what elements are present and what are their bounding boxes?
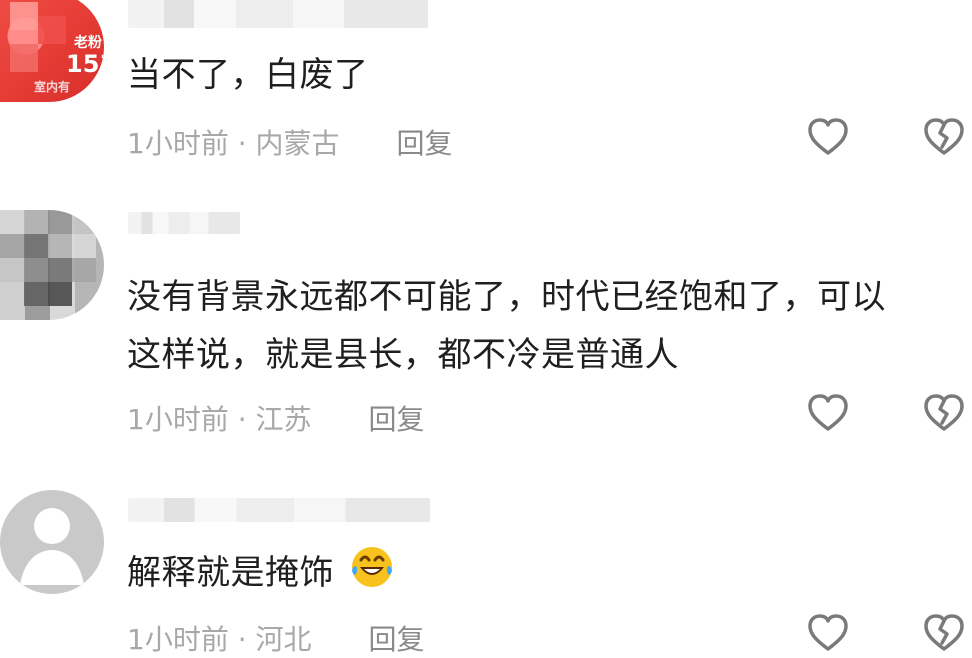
broken-heart-icon[interactable] bbox=[922, 392, 966, 436]
comment-item: 老粉 153 室内有 当不了，白废了 1小时前 · 内蒙古 回复 bbox=[0, 0, 972, 185]
comment-text: 解释就是掩饰 bbox=[127, 542, 397, 602]
username-blur bbox=[128, 212, 240, 234]
heart-outline-icon[interactable] bbox=[806, 612, 850, 656]
timestamp-location: 1小时前 · 内蒙古 bbox=[127, 127, 340, 160]
timestamp-location: 1小时前 · 河北 bbox=[127, 623, 312, 656]
avatar-pixel-blur bbox=[48, 282, 72, 306]
avatar-pixel-blur bbox=[10, 44, 38, 72]
avatar-pixel-blur bbox=[48, 258, 72, 282]
avatar[interactable] bbox=[0, 210, 104, 320]
comment-meta: 1小时前 · 内蒙古 回复 bbox=[127, 122, 452, 162]
avatar-pixel-blur bbox=[0, 210, 24, 234]
comment-text-line: 解释就是掩饰 bbox=[127, 553, 334, 593]
comment-text-line: 当不了，白废了 bbox=[127, 55, 369, 95]
avatar[interactable] bbox=[0, 490, 104, 594]
avatar-bottom-label: 室内有 bbox=[34, 80, 71, 94]
comment-text-line: 没有背景永远都不可能了，时代已经饱和了，可以 bbox=[127, 277, 886, 317]
username-blur bbox=[128, 0, 428, 28]
heart-outline-icon[interactable] bbox=[806, 116, 850, 160]
reply-button[interactable]: 回复 bbox=[368, 623, 424, 656]
comment-item: 解释就是掩饰 1小时前 · 河北 回复 bbox=[0, 486, 972, 656]
avatar-pixel-blur bbox=[48, 234, 72, 258]
avatar-pixel-blur bbox=[0, 234, 24, 258]
avatar-pixel-blur bbox=[24, 258, 48, 282]
avatar-pixel-blur bbox=[38, 16, 66, 44]
avatar-pixel-blur bbox=[72, 234, 96, 258]
default-user-icon bbox=[20, 508, 84, 585]
comment-text-line: 这样说，就是县长，都不冷是普通人 bbox=[127, 335, 679, 375]
laughing-crying-emoji bbox=[352, 547, 393, 587]
avatar[interactable]: 老粉 153 室内有 bbox=[0, 0, 104, 102]
reply-button[interactable]: 回复 bbox=[368, 403, 424, 436]
avatar-pixel-blur bbox=[72, 258, 96, 282]
avatar-pixel-blur bbox=[72, 210, 96, 234]
avatar-pixel-blur bbox=[48, 210, 72, 234]
timestamp-location: 1小时前 · 江苏 bbox=[127, 403, 312, 436]
reply-button[interactable]: 回复 bbox=[396, 127, 452, 160]
avatar-pixel-blur bbox=[24, 234, 48, 258]
username-blur bbox=[128, 498, 430, 522]
comment-meta: 1小时前 · 河北 回复 bbox=[127, 618, 424, 658]
broken-heart-icon[interactable] bbox=[922, 612, 966, 656]
avatar-pixel-blur bbox=[0, 258, 24, 282]
comment-text: 没有背景永远都不可能了，时代已经饱和了，可以 这样说，就是县长，都不冷是普通人 bbox=[127, 268, 886, 384]
comment-text: 当不了，白废了 bbox=[127, 46, 369, 104]
avatar-pixel-blur bbox=[10, 2, 38, 30]
comment-meta: 1小时前 · 江苏 回复 bbox=[127, 398, 424, 438]
avatar-pixel-blur bbox=[24, 282, 48, 306]
heart-outline-icon[interactable] bbox=[806, 392, 850, 436]
avatar-middle-label: 153 bbox=[66, 50, 104, 78]
comment-item: 没有背景永远都不可能了，时代已经饱和了，可以 这样说，就是县长，都不冷是普通人 … bbox=[0, 198, 972, 458]
avatar-top-label: 老粉 bbox=[74, 35, 102, 51]
avatar-pixel-blur bbox=[24, 210, 48, 234]
broken-heart-icon[interactable] bbox=[922, 116, 966, 160]
